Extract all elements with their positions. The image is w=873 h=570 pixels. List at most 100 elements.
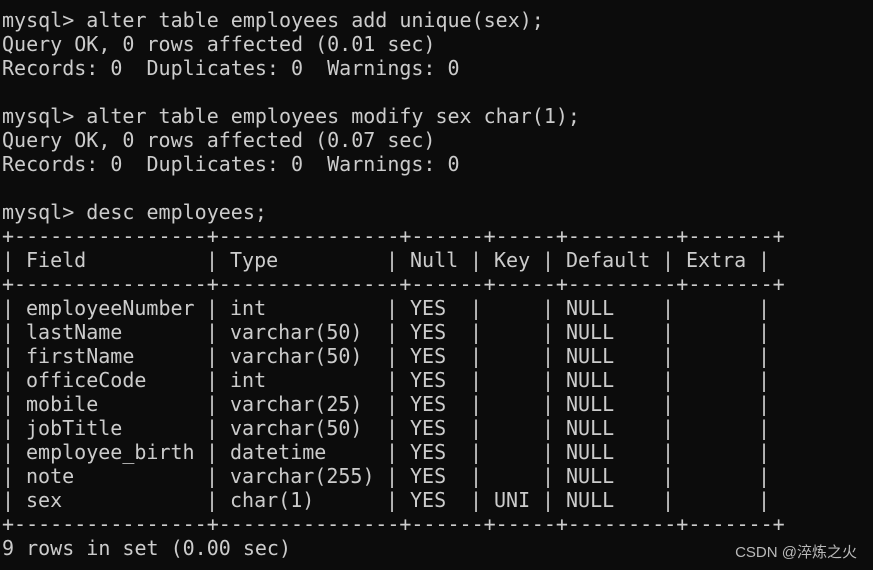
table-row: | sex | char(1) | YES | UNI | NULL | |: [2, 488, 802, 512]
column-separator: |: [542, 344, 555, 368]
table-row: | firstName | varchar(50) | YES | | NULL…: [2, 344, 802, 368]
column-separator: |: [470, 320, 483, 344]
header-default: Default: [566, 248, 651, 272]
cell-null: YES: [410, 392, 447, 416]
table-header-row: | Field | Type | Null | Key | Default | …: [2, 248, 802, 272]
column-separator: |: [386, 344, 399, 368]
column-separator: |: [2, 392, 15, 416]
cell-type: datetime: [230, 440, 327, 464]
column-separator: |: [662, 440, 675, 464]
column-separator: |: [758, 368, 771, 392]
terminal-line: mysql> alter table employees add unique(…: [2, 8, 544, 32]
column-separator: |: [542, 296, 555, 320]
table-border-top: +----------------+---------------+------…: [2, 224, 785, 248]
column-separator: |: [470, 296, 483, 320]
column-separator: |: [206, 464, 219, 488]
column-separator: |: [542, 464, 555, 488]
column-separator: |: [206, 392, 219, 416]
column-separator: |: [758, 488, 771, 512]
column-separator: |: [542, 320, 555, 344]
cell-key: UNI: [494, 488, 531, 512]
column-separator: |: [662, 368, 675, 392]
column-separator: |: [206, 368, 219, 392]
column-separator: |: [386, 488, 399, 512]
header-null: Null: [410, 248, 459, 272]
header-field: Field: [26, 248, 87, 272]
column-separator: |: [2, 440, 15, 464]
column-separator: |: [542, 488, 555, 512]
column-separator: |: [2, 488, 15, 512]
column-separator: |: [662, 416, 675, 440]
cell-type: int: [230, 296, 267, 320]
column-separator: |: [542, 248, 555, 272]
table-border-mid: +----------------+---------------+------…: [2, 272, 785, 296]
column-separator: |: [758, 440, 771, 464]
cell-null: YES: [410, 488, 447, 512]
cell-field: mobile: [26, 392, 99, 416]
column-separator: |: [470, 248, 483, 272]
cell-field: jobTitle: [26, 416, 123, 440]
column-separator: |: [2, 368, 15, 392]
column-separator: |: [758, 320, 771, 344]
cell-default: NULL: [566, 368, 615, 392]
terminal-line: Records: 0 Duplicates: 0 Warnings: 0: [2, 56, 460, 80]
column-separator: |: [542, 368, 555, 392]
column-separator: |: [662, 392, 675, 416]
column-separator: |: [2, 416, 15, 440]
column-separator: |: [758, 296, 771, 320]
column-separator: |: [206, 320, 219, 344]
cell-default: NULL: [566, 488, 615, 512]
result-table: +----------------+---------------+------…: [2, 224, 802, 536]
cell-default: NULL: [566, 392, 615, 416]
column-separator: |: [2, 296, 15, 320]
table-row: | jobTitle | varchar(50) | YES | | NULL …: [2, 416, 802, 440]
column-separator: |: [542, 416, 555, 440]
column-separator: |: [470, 464, 483, 488]
cell-default: NULL: [566, 440, 615, 464]
cell-field: firstName: [26, 344, 135, 368]
column-separator: |: [662, 248, 675, 272]
column-separator: |: [386, 296, 399, 320]
terminal-window[interactable]: mysql> alter table employees add unique(…: [2, 8, 873, 563]
cell-default: NULL: [566, 416, 615, 440]
cell-field: officeCode: [26, 368, 147, 392]
column-separator: |: [662, 464, 675, 488]
column-separator: |: [206, 248, 219, 272]
column-separator: |: [470, 344, 483, 368]
column-separator: |: [386, 440, 399, 464]
column-separator: |: [470, 368, 483, 392]
table-row: | employee_birth | datetime | YES | | NU…: [2, 440, 802, 464]
column-separator: |: [662, 344, 675, 368]
cell-null: YES: [410, 320, 447, 344]
table-row: | mobile | varchar(25) | YES | | NULL | …: [2, 392, 802, 416]
terminal-line: Query OK, 0 rows affected (0.01 sec): [2, 32, 436, 56]
cell-null: YES: [410, 416, 447, 440]
column-separator: |: [470, 440, 483, 464]
column-separator: |: [758, 248, 771, 272]
column-separator: |: [2, 320, 15, 344]
table-row: | lastName | varchar(50) | YES | | NULL …: [2, 320, 802, 344]
cell-field: note: [26, 464, 75, 488]
column-separator: |: [386, 248, 399, 272]
cell-null: YES: [410, 368, 447, 392]
header-type: Type: [230, 248, 279, 272]
terminal-line: mysql> alter table employees modify sex …: [2, 104, 580, 128]
column-separator: |: [386, 320, 399, 344]
table-body: | employeeNumber | int | YES | | NULL | …: [2, 296, 802, 512]
cell-type: varchar(50): [230, 416, 363, 440]
table-row: | officeCode | int | YES | | NULL | |: [2, 368, 802, 392]
column-separator: |: [542, 392, 555, 416]
table-row: | employeeNumber | int | YES | | NULL | …: [2, 296, 802, 320]
terminal-line: Query OK, 0 rows affected (0.07 sec): [2, 128, 436, 152]
column-separator: |: [758, 464, 771, 488]
column-separator: |: [2, 464, 15, 488]
column-separator: |: [386, 416, 399, 440]
cell-default: NULL: [566, 464, 615, 488]
cell-type: int: [230, 368, 267, 392]
column-separator: |: [470, 488, 483, 512]
column-separator: |: [758, 392, 771, 416]
column-separator: |: [662, 488, 675, 512]
column-separator: |: [758, 344, 771, 368]
cell-type: varchar(25): [230, 392, 363, 416]
